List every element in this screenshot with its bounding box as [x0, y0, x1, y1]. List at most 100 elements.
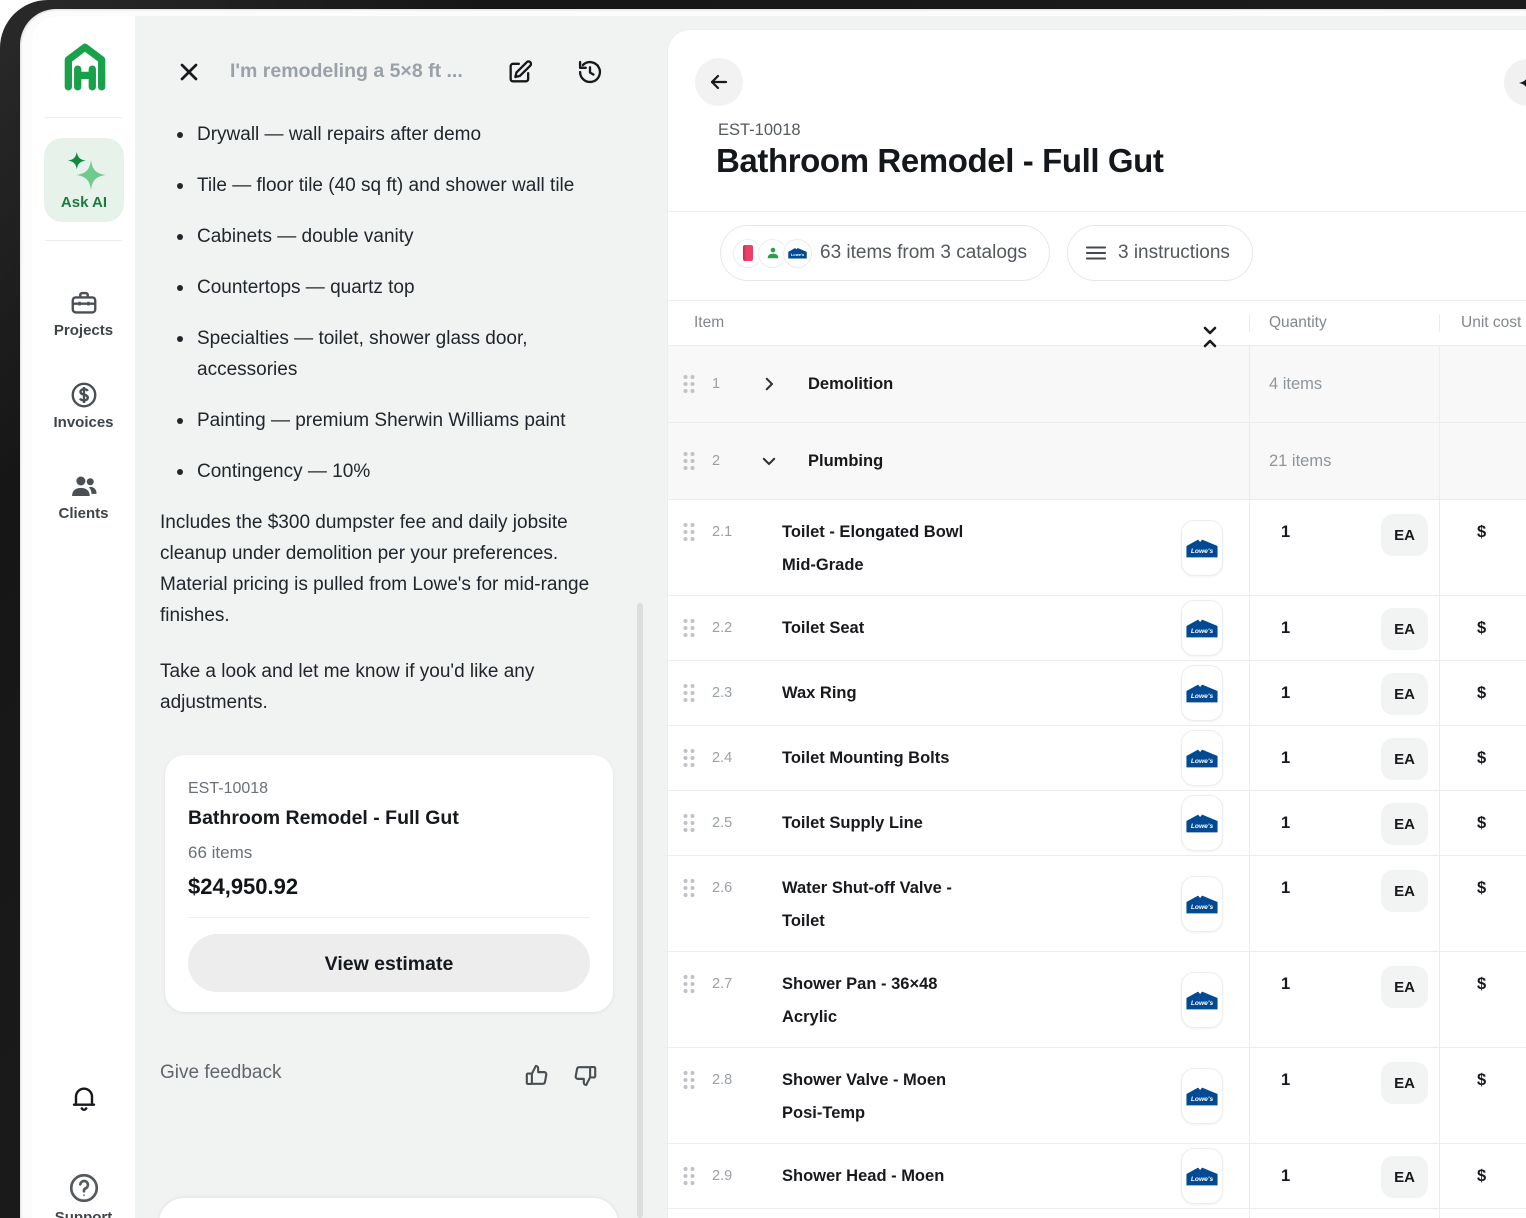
estimate-card-id: EST-10018 — [188, 780, 590, 798]
drag-handle-icon[interactable] — [682, 450, 696, 472]
lowes-vendor-badge[interactable]: Lowe's — [1181, 1148, 1223, 1204]
table-item-row[interactable]: 2.4 Toilet Mounting Bolts Lowe's 1 EA $ — [668, 726, 1526, 791]
lowes-vendor-badge[interactable]: Lowe's — [1181, 795, 1223, 851]
unit-badge[interactable]: EA — [1381, 1062, 1428, 1104]
table-group-row[interactable]: 1 Demolition 4 items — [668, 346, 1526, 423]
lowes-vendor-badge[interactable]: Lowe's — [1181, 972, 1223, 1028]
thumbs-down-icon[interactable] — [571, 1062, 598, 1089]
group-number: 1 — [712, 368, 752, 401]
thumbs-up-icon[interactable] — [524, 1062, 551, 1089]
unit-cost-value[interactable]: $ — [1477, 807, 1486, 840]
chat-bullet: Cabinets — double vanity — [197, 221, 615, 252]
quantity-value[interactable]: 1 — [1281, 807, 1290, 840]
quantity-value[interactable]: 1 — [1281, 742, 1290, 775]
lowes-vendor-badge[interactable]: Lowe's — [1181, 876, 1223, 932]
unit-badge[interactable]: EA — [1381, 514, 1428, 556]
catalogs-pill[interactable]: Lowe's 63 items from 3 catalogs — [720, 225, 1050, 281]
give-feedback-label: Give feedback — [160, 1062, 281, 1083]
sidebar-item-invoices[interactable]: Invoices — [32, 380, 135, 432]
chat-scrollbar-thumb[interactable] — [637, 603, 643, 1218]
unit-badge[interactable]: EA — [1381, 738, 1428, 780]
sidebar-item-clients[interactable]: Clients — [32, 471, 135, 523]
lowes-vendor-badge[interactable]: Lowe's — [1181, 730, 1223, 786]
sidebar-item-support[interactable]: Support — [32, 1171, 135, 1218]
unit-badge[interactable]: EA — [1381, 803, 1428, 845]
close-icon[interactable] — [175, 58, 203, 86]
ask-ai-toggle-button[interactable] — [1504, 59, 1526, 106]
estimate-card-title: Bathroom Remodel - Full Gut — [188, 807, 590, 830]
estimate-card-items-count: 66 items — [188, 843, 590, 863]
unit-badge[interactable]: EA — [1381, 673, 1428, 715]
drag-handle-icon[interactable] — [682, 1165, 696, 1187]
new-chat-compose-icon[interactable] — [506, 58, 534, 86]
group-name: Plumbing — [808, 445, 883, 478]
chevron-right-icon[interactable] — [760, 375, 778, 393]
sidebar-item-projects[interactable]: Projects — [32, 288, 135, 340]
view-estimate-button[interactable]: View estimate — [188, 934, 590, 992]
table-item-row[interactable]: 2.5 Toilet Supply Line Lowe's 1 EA $ — [668, 791, 1526, 856]
quantity-value[interactable]: 1 — [1281, 1064, 1290, 1097]
lowes-vendor-badge[interactable]: Lowe's — [1181, 1068, 1223, 1124]
lowes-vendor-badge[interactable]: Lowe's — [1181, 665, 1223, 721]
unit-badge[interactable]: EA — [1381, 870, 1428, 912]
drag-handle-icon[interactable] — [682, 373, 696, 395]
quantity-value[interactable]: 1 — [1281, 612, 1290, 645]
ask-ai-button[interactable]: Ask AI — [44, 138, 124, 222]
drag-handle-icon[interactable] — [682, 617, 696, 639]
instructions-pill[interactable]: 3 instructions — [1067, 225, 1253, 281]
unit-badge[interactable]: EA — [1381, 1156, 1428, 1198]
quantity-value[interactable]: 1 — [1281, 872, 1290, 905]
table-item-row[interactable]: 2.6 Water Shut-off Valve - Toilet Lowe's… — [668, 856, 1526, 952]
ai-message: Drywall — wall repairs after demoTile — … — [160, 119, 615, 743]
chat-input[interactable] — [158, 1197, 619, 1218]
table-item-row[interactable]: 2.7 Shower Pan - 36×48 Acrylic Lowe's 1 … — [668, 952, 1526, 1048]
drag-handle-icon[interactable] — [682, 812, 696, 834]
instructions-list-icon — [1086, 246, 1106, 260]
table-item-row[interactable]: 2.9 Shower Head - Moen Lowe's 1 EA $ — [668, 1144, 1526, 1209]
history-icon[interactable] — [576, 58, 604, 86]
table-item-row[interactable] — [668, 1209, 1526, 1218]
lowes-vendor-badge[interactable]: Lowe's — [1181, 600, 1223, 656]
sidebar-item-label: Clients — [58, 505, 108, 522]
unit-cost-value[interactable]: $ — [1477, 1160, 1486, 1193]
divider — [188, 917, 590, 918]
unit-badge[interactable]: EA — [1381, 966, 1428, 1008]
unit-cost-value[interactable]: $ — [1477, 516, 1486, 549]
unit-cost-value[interactable]: $ — [1477, 1064, 1486, 1097]
item-number: 2.4 — [712, 742, 752, 775]
table-item-row[interactable]: 2.2 Toilet Seat Lowe's 1 EA $ — [668, 596, 1526, 661]
quantity-value[interactable]: 1 — [1281, 516, 1290, 549]
unit-badge[interactable]: EA — [1381, 608, 1428, 650]
drag-handle-icon[interactable] — [682, 973, 696, 995]
drag-handle-icon[interactable] — [682, 521, 696, 543]
drag-handle-icon[interactable] — [682, 877, 696, 899]
unit-cost-value[interactable]: $ — [1477, 872, 1486, 905]
briefcase-icon — [69, 288, 99, 318]
table-body: 1 Demolition 4 items 2 — [668, 346, 1526, 1218]
unit-cost-value[interactable]: $ — [1477, 677, 1486, 710]
quantity-value[interactable]: 1 — [1281, 677, 1290, 710]
quantity-value[interactable]: 1 — [1281, 1160, 1290, 1193]
group-number: 2 — [712, 445, 752, 478]
column-header-quantity: Quantity — [1269, 314, 1327, 332]
unit-cost-value[interactable]: $ — [1477, 968, 1486, 1001]
chevron-down-icon[interactable] — [760, 452, 778, 470]
table-item-row[interactable]: 2.3 Wax Ring Lowe's 1 EA $ — [668, 661, 1526, 726]
page-title: Bathroom Remodel - Full Gut — [716, 142, 1164, 180]
table-group-row[interactable]: 2 Plumbing 21 items — [668, 423, 1526, 500]
table-item-row[interactable]: 2.1 Toilet - Elongated Bowl Mid-Grade Lo… — [668, 500, 1526, 596]
svg-text:Lowe's: Lowe's — [1191, 823, 1214, 830]
estimate-table: Item Quantity Unit cost — [668, 300, 1526, 1218]
drag-handle-icon[interactable] — [682, 747, 696, 769]
back-button[interactable] — [695, 58, 743, 106]
unit-cost-value[interactable]: $ — [1477, 612, 1486, 645]
lowes-vendor-badge[interactable]: Lowe's — [1181, 520, 1223, 576]
item-name: Water Shut-off Valve - Toilet — [782, 872, 952, 938]
unit-cost-value[interactable]: $ — [1477, 742, 1486, 775]
quantity-value[interactable]: 1 — [1281, 968, 1290, 1001]
drag-handle-icon[interactable] — [682, 1069, 696, 1091]
drag-handle-icon[interactable] — [682, 682, 696, 704]
handoff-logo-icon[interactable] — [60, 41, 110, 91]
notifications-bell-icon[interactable] — [68, 1082, 100, 1114]
table-item-row[interactable]: 2.8 Shower Valve - Moen Posi-Temp Lowe's… — [668, 1048, 1526, 1144]
